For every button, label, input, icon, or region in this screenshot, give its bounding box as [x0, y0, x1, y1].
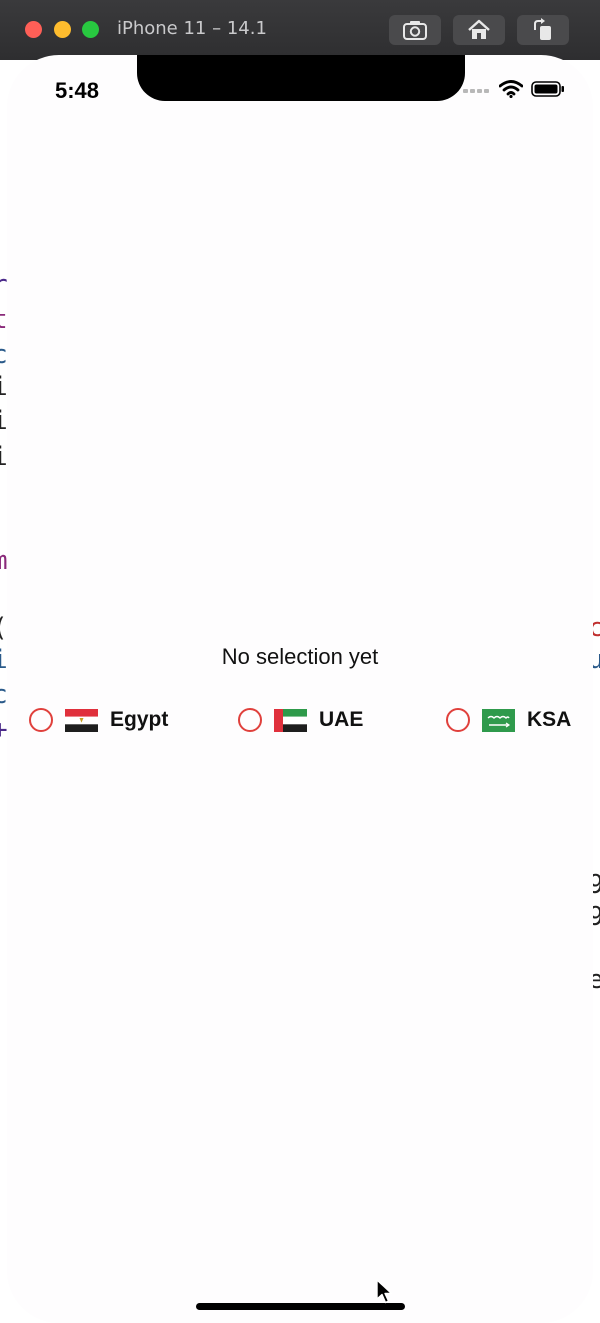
minimize-window-button[interactable]: [54, 21, 71, 38]
home-button[interactable]: [453, 15, 505, 45]
wifi-icon: [499, 80, 523, 98]
mouse-cursor-icon: [376, 1279, 393, 1304]
rotate-button[interactable]: [517, 15, 569, 45]
close-window-button[interactable]: [25, 21, 42, 38]
radio-option-ksa[interactable]: KSA: [446, 703, 571, 737]
screenshot-button[interactable]: [389, 15, 441, 45]
uae-flag-icon: [274, 708, 307, 732]
status-icons: [463, 80, 565, 98]
simulator-titlebar: iPhone 11 – 14.1: [0, 0, 600, 60]
home-icon: [468, 19, 490, 39]
option-label-ksa: KSA: [527, 708, 572, 731]
radio-button[interactable]: [446, 708, 470, 732]
radio-option-egypt[interactable]: Egypt: [29, 703, 168, 737]
window-title: iPhone 11 – 14.1: [117, 18, 267, 39]
selection-status-text: No selection yet: [221, 644, 379, 669]
option-label-egypt: Egypt: [110, 708, 169, 731]
signal-icon: [463, 89, 489, 93]
screenshot-icon: [403, 21, 427, 40]
egypt-flag-icon: [65, 708, 98, 732]
radio-option-uae[interactable]: UAE: [238, 703, 363, 737]
status-time: 5:48: [55, 78, 100, 103]
rotate-icon: [534, 18, 551, 40]
radio-button[interactable]: [238, 708, 262, 732]
ksa-flag-icon: [482, 708, 515, 732]
radio-button[interactable]: [29, 708, 53, 732]
maximize-window-button[interactable]: [82, 21, 99, 38]
option-label-uae: UAE: [319, 708, 364, 731]
country-radio-group: Egypt UAE KSA: [7, 703, 593, 737]
home-indicator[interactable]: [196, 1303, 405, 1310]
phone-screen: 5:48 No selection yet Egypt UAE KSA: [7, 55, 593, 1323]
device-notch: [137, 55, 465, 101]
battery-icon: [531, 81, 564, 97]
